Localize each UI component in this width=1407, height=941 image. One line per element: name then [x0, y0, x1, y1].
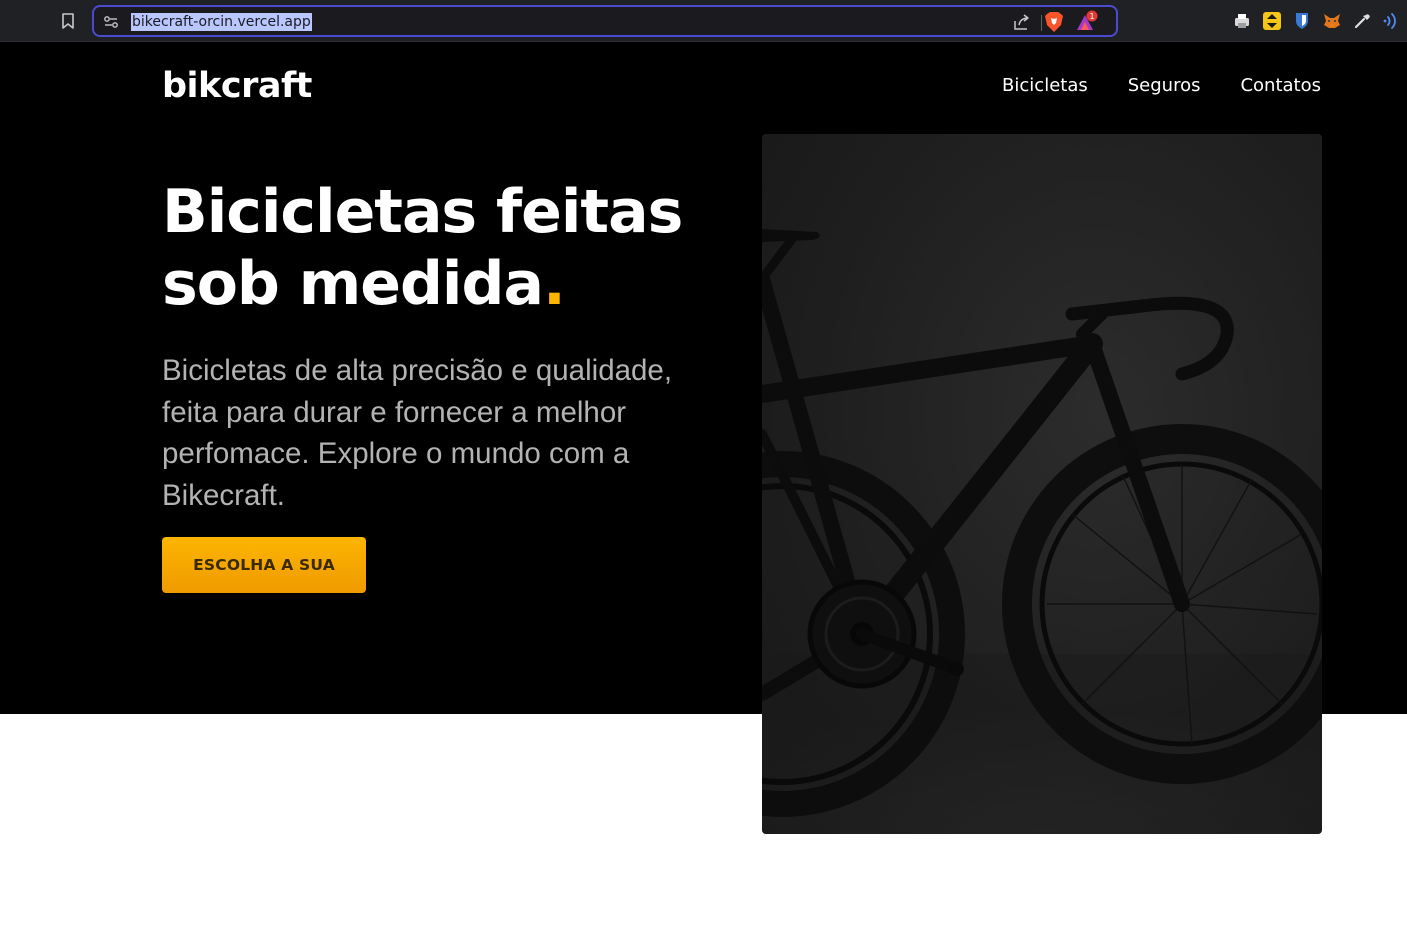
- rewards-badge: 1: [1089, 12, 1094, 21]
- metamask-fox-icon[interactable]: [1322, 11, 1342, 31]
- brave-shields-icon[interactable]: [1044, 11, 1064, 33]
- hero-description: Bicicletas de alta precisão e qualidade,…: [162, 354, 673, 512]
- site-settings-icon[interactable]: [102, 13, 120, 31]
- hero-title: Bicicletas feitas sob medida.: [162, 176, 742, 320]
- hero-title-text: Bicicletas feitas sob medida: [162, 177, 683, 319]
- nav-link-seguros[interactable]: Seguros: [1128, 75, 1201, 96]
- bookmark-icon[interactable]: [58, 11, 78, 31]
- choose-yours-button[interactable]: ESCOLHA A SUA: [162, 537, 366, 593]
- browser-toolbar: bikecraft-orcin.vercel.app 1: [0, 0, 1407, 42]
- hero-title-dot: .: [542, 249, 566, 319]
- bicycle-image: [762, 134, 1322, 834]
- wave-signal-icon[interactable]: [1382, 11, 1402, 31]
- share-icon[interactable]: [1012, 12, 1032, 32]
- nav-link-bicicletas[interactable]: Bicicletas: [1002, 75, 1088, 96]
- yellow-arrows-extension-icon[interactable]: [1262, 11, 1282, 31]
- url-text[interactable]: bikecraft-orcin.vercel.app: [131, 13, 312, 31]
- main-nav: Bicicletas Seguros Contatos: [1002, 75, 1321, 96]
- address-bar[interactable]: bikecraft-orcin.vercel.app 1: [92, 5, 1118, 37]
- printer-icon[interactable]: [1232, 11, 1252, 31]
- bicycle-illustration: [762, 229, 1322, 834]
- nav-link-contatos[interactable]: Contatos: [1240, 75, 1321, 96]
- color-picker-icon[interactable]: [1352, 11, 1372, 31]
- divider: [1041, 15, 1042, 31]
- bitwarden-shield-icon[interactable]: [1292, 11, 1312, 31]
- site-logo[interactable]: bikcraft: [162, 66, 312, 106]
- brave-rewards-icon[interactable]: 1: [1074, 10, 1100, 34]
